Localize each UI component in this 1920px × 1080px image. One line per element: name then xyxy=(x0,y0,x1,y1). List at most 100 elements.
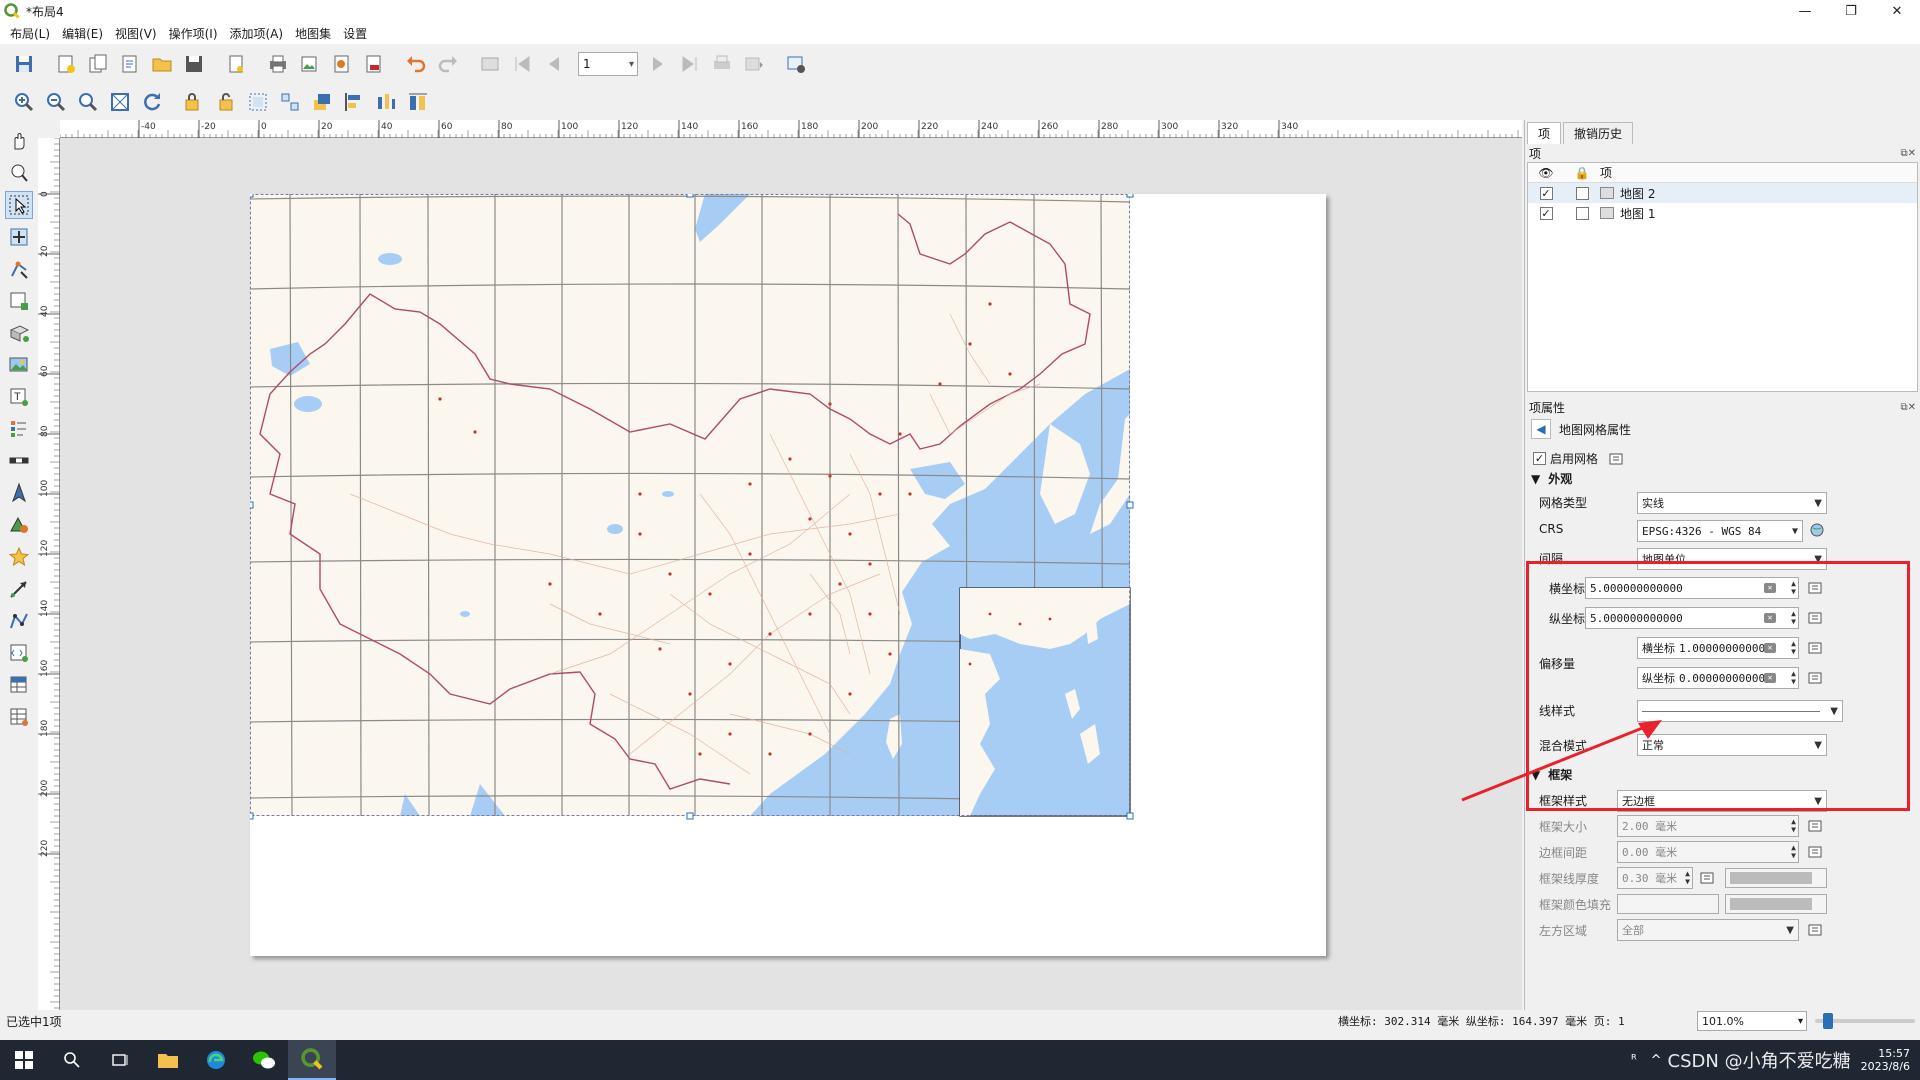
qgis-taskbar-button[interactable] xyxy=(288,1040,336,1080)
menu-add-item[interactable]: 添加项(A) xyxy=(224,25,290,42)
frame-fill-color-1-button[interactable] xyxy=(1617,894,1719,914)
align-items-button[interactable] xyxy=(340,88,368,116)
data-defined-icon[interactable] xyxy=(1807,844,1827,860)
wechat-button[interactable] xyxy=(240,1040,288,1080)
add-legend-tool[interactable] xyxy=(5,415,33,443)
open-template-button[interactable] xyxy=(148,50,176,78)
start-button[interactable] xyxy=(0,1040,48,1080)
lock-items-button[interactable] xyxy=(180,88,208,116)
export-pdf-button[interactable] xyxy=(360,50,388,78)
zoom-slider[interactable] xyxy=(1815,1013,1915,1029)
system-clock[interactable]: 15:57 2023/8/6 xyxy=(1861,1047,1910,1073)
unlock-items-button[interactable] xyxy=(212,88,240,116)
atlas-export-button[interactable] xyxy=(740,50,768,78)
save-button[interactable] xyxy=(10,50,38,78)
item-visible-checkbox[interactable]: ✓ xyxy=(1539,206,1553,220)
new-layout-button[interactable] xyxy=(52,50,80,78)
atlas-page-combo[interactable]: 1 xyxy=(578,52,638,76)
close-button[interactable]: ✕ xyxy=(1874,0,1920,22)
frame-size-input[interactable]: 2.00 毫米 ▲ ▼ xyxy=(1617,815,1799,837)
pan-tool[interactable] xyxy=(5,127,33,155)
menu-layout[interactable]: 布局(L) xyxy=(4,25,56,42)
add-html-tool[interactable] xyxy=(5,639,33,667)
task-view-button[interactable] xyxy=(96,1040,144,1080)
zoom-out-button[interactable] xyxy=(42,88,70,116)
crs-globe-icon[interactable] xyxy=(1807,522,1827,538)
tab-undo-history[interactable]: 撤销历史 xyxy=(1563,122,1634,144)
float-close-icon[interactable]: ⧉✕ xyxy=(1900,148,1916,159)
minimize-button[interactable]: — xyxy=(1782,0,1828,22)
map-item-2[interactable] xyxy=(959,587,1131,817)
add-map-tool[interactable] xyxy=(5,287,33,315)
add-scalebar-tool[interactable] xyxy=(5,447,33,475)
frame-pen-color-button[interactable] xyxy=(1725,868,1827,888)
zoom-in-button[interactable] xyxy=(10,88,38,116)
add-marker-tool[interactable] xyxy=(5,543,33,571)
move-content-tool[interactable] xyxy=(5,223,33,251)
layout-manager-button[interactable] xyxy=(116,50,144,78)
menu-atlas[interactable]: 地图集 xyxy=(289,25,337,42)
crs-select[interactable]: EPSG:4326 - WGS 84 ▼ xyxy=(1637,520,1803,542)
atlas-prev-button[interactable] xyxy=(540,50,568,78)
select-tool[interactable] xyxy=(5,191,33,219)
undo-button[interactable] xyxy=(402,50,430,78)
add-shape-tool[interactable] xyxy=(5,511,33,539)
zoom-tool[interactable] xyxy=(5,159,33,187)
export-image-button[interactable] xyxy=(296,50,324,78)
add-label-tool[interactable]: T xyxy=(5,383,33,411)
tray-chevron-icon[interactable]: ^ xyxy=(1651,1053,1662,1068)
group-items-button[interactable] xyxy=(244,88,272,116)
add-node-item-tool[interactable] xyxy=(5,607,33,635)
add-arrow-tool[interactable] xyxy=(5,575,33,603)
data-defined-icon[interactable] xyxy=(1608,451,1628,467)
data-defined-icon[interactable] xyxy=(1807,922,1827,938)
atlas-next-button[interactable] xyxy=(644,50,672,78)
zoom-full-button[interactable] xyxy=(106,88,134,116)
save-template-button[interactable] xyxy=(180,50,208,78)
frame-fill-color-2-button[interactable] xyxy=(1725,894,1827,914)
menu-view[interactable]: 视图(V) xyxy=(109,25,163,42)
add-north-arrow-tool[interactable] xyxy=(5,479,33,507)
menu-settings[interactable]: 设置 xyxy=(337,25,373,42)
frame-margin-input[interactable]: 0.00 毫米 ▲ ▼ xyxy=(1617,841,1799,863)
ime-icon[interactable]: ᴿ xyxy=(1631,1053,1637,1068)
menu-edit[interactable]: 编辑(E) xyxy=(56,25,109,42)
print-button[interactable] xyxy=(264,50,292,78)
left-side-select[interactable]: 全部 ▼ xyxy=(1617,919,1799,941)
map-item-1[interactable] xyxy=(250,194,1326,956)
add-picture-tool[interactable] xyxy=(5,351,33,379)
resize-items-button[interactable] xyxy=(404,88,432,116)
ungroup-items-button[interactable] xyxy=(276,88,304,116)
page-properties-button[interactable] xyxy=(222,50,250,78)
back-button[interactable]: ◀ xyxy=(1531,419,1551,439)
list-item[interactable]: ✓ 地图 2 xyxy=(1528,183,1917,203)
zoom-combo[interactable]: 101.0% xyxy=(1697,1011,1807,1031)
add-3d-map-tool[interactable] xyxy=(5,319,33,347)
atlas-settings-button[interactable] xyxy=(782,50,810,78)
add-attribute-table-tool[interactable] xyxy=(5,671,33,699)
redo-button[interactable] xyxy=(434,50,462,78)
layout-canvas[interactable] xyxy=(60,138,1522,1010)
search-button[interactable] xyxy=(48,1040,96,1080)
atlas-last-button[interactable] xyxy=(676,50,704,78)
duplicate-layout-button[interactable] xyxy=(84,50,112,78)
refresh-button[interactable] xyxy=(138,88,166,116)
grid-type-select[interactable]: 实线 ▼ xyxy=(1637,492,1827,514)
export-svg-button[interactable] xyxy=(328,50,356,78)
edit-nodes-tool[interactable] xyxy=(5,255,33,283)
list-item[interactable]: ✓ 地图 1 xyxy=(1528,203,1917,223)
distribute-items-button[interactable] xyxy=(372,88,400,116)
appearance-section[interactable]: ▼ 外观 xyxy=(1531,470,1572,487)
edge-browser-button[interactable] xyxy=(192,1040,240,1080)
float-close-icon[interactable]: ⧉✕ xyxy=(1900,402,1916,413)
zoom-actual-button[interactable] xyxy=(74,88,102,116)
tab-items[interactable]: 项 xyxy=(1527,122,1562,144)
frame-line-thickness-input[interactable]: 0.30 毫米 ▲ ▼ xyxy=(1617,867,1693,889)
zoom-slider-handle[interactable] xyxy=(1823,1013,1833,1029)
atlas-first-button[interactable] xyxy=(508,50,536,78)
atlas-print-button[interactable] xyxy=(708,50,736,78)
item-visible-checkbox[interactable]: ✓ xyxy=(1539,186,1553,200)
raise-items-button[interactable] xyxy=(308,88,336,116)
item-lock-checkbox[interactable] xyxy=(1575,186,1589,200)
add-fixed-table-tool[interactable] xyxy=(5,703,33,731)
